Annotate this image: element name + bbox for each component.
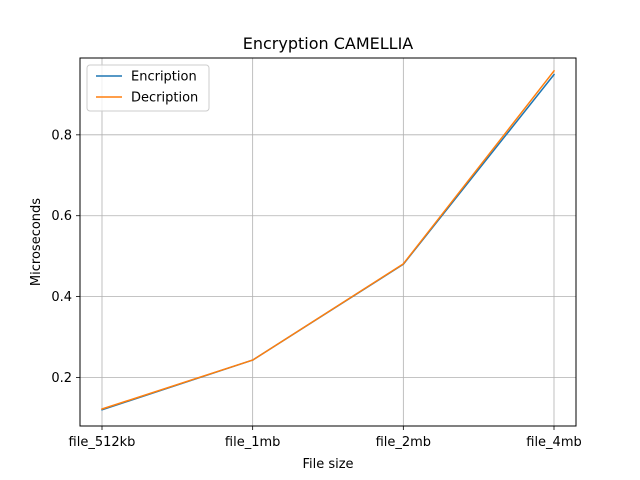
legend-label-encription: Encription bbox=[131, 70, 197, 85]
legend: Encription Decription bbox=[86, 64, 210, 112]
x-tick-label: file_512kb bbox=[69, 435, 136, 450]
y-tick-label: 0.6 bbox=[51, 209, 72, 224]
x-tick-label: file_2mb bbox=[376, 435, 432, 450]
x-tick-label: file_1mb bbox=[225, 435, 281, 450]
chart-container: file_512kb file_1mb file_2mb file_4mb 0.2 0.4… bbox=[0, 0, 640, 480]
y-tick-label: 0.2 bbox=[51, 371, 72, 386]
legend-label-decription: Decription bbox=[131, 91, 198, 106]
x-tick-label: file_4mb bbox=[526, 435, 582, 450]
y-axis-label: Microseconds bbox=[29, 198, 44, 286]
x-axis-label: File size bbox=[302, 457, 353, 472]
chart-title: Encryption CAMELLIA bbox=[243, 34, 414, 53]
y-tick-label: 0.4 bbox=[51, 290, 72, 305]
line-chart: file_512kb file_1mb file_2mb file_4mb 0.2 0.4… bbox=[0, 0, 640, 480]
y-tick-label: 0.8 bbox=[51, 128, 72, 143]
